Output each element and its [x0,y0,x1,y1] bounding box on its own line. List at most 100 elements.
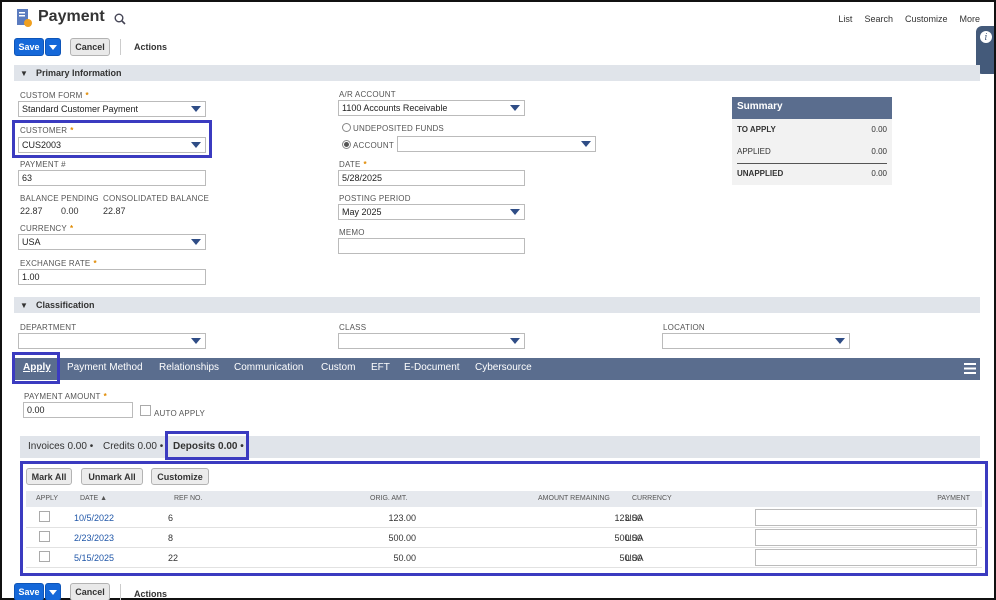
dropdown-arrow-icon [191,106,201,112]
tab-cybersource[interactable]: Cybersource [475,362,532,373]
list-link[interactable]: List [838,14,852,24]
posting-period-select[interactable]: May 2025 [338,204,525,220]
row-date[interactable]: 5/15/2025 [74,553,114,563]
dropdown-arrow-icon [191,239,201,245]
account-radio[interactable] [342,140,351,149]
col-payment: PAYMENT [937,495,970,502]
more-link[interactable]: More [959,14,980,24]
summary-unapplied: UNAPPLIED 0.00 [737,169,887,178]
chevron-down-icon: ▼ [20,300,28,310]
balance-label: BALANCE [20,194,59,203]
dropdown-arrow-icon [835,338,845,344]
cancel-button[interactable]: Cancel [70,38,110,56]
apply-tab-highlight [12,352,60,384]
col-date[interactable]: DATE ▲ [80,495,107,502]
auto-apply-label: AUTO APPLY [154,409,206,418]
cancel-button-bottom[interactable]: Cancel [70,583,110,600]
dropdown-arrow-icon [510,338,520,344]
undeposited-funds-label: UNDEPOSITED FUNDS [353,124,444,133]
pending-label: PENDING [61,194,99,203]
undeposited-funds-radio[interactable] [342,123,351,132]
table-row: 2/23/2023 8 500.00 500.00 USA [26,528,982,548]
save-button-bottom[interactable]: Save [14,583,44,600]
row-ref: 22 [168,553,179,563]
customize-link[interactable]: Customize [905,14,948,24]
actions-menu-bottom[interactable]: Actions [134,589,167,599]
menu-icon[interactable] [964,363,976,374]
apply-checkbox[interactable] [39,531,50,542]
row-ref: 8 [168,533,174,543]
tab-custom[interactable]: Custom [321,362,355,373]
date-field[interactable]: 5/28/2025 [338,170,525,186]
payment-input[interactable] [755,529,977,546]
payment-input[interactable] [755,549,977,566]
date-label: DATE * [339,160,367,169]
memo-field[interactable] [338,238,525,254]
row-ref: 6 [168,513,174,523]
apply-checkbox[interactable] [39,551,50,562]
tab-communication[interactable]: Communication [234,362,303,373]
save-dropdown-button[interactable] [45,38,61,56]
toolbar-divider [120,584,121,600]
search-icon[interactable] [114,13,126,25]
row-orig-amt: 123.00 [388,513,416,523]
payment-number-field[interactable]: 63 [18,170,206,186]
apply-checkbox[interactable] [39,511,50,522]
dropdown-arrow-icon [581,141,591,147]
search-link[interactable]: Search [864,14,893,24]
table-row: 5/15/2025 22 50.00 50.00 USA [26,548,982,568]
subtab-invoices[interactable]: Invoices 0.00 • [28,441,93,452]
row-currency: USA [625,553,644,563]
row-currency: USA [625,513,644,523]
currency-label: CURRENCY * [20,224,74,233]
customer-label: CUSTOMER * [20,126,74,135]
auto-apply-checkbox[interactable] [140,405,151,416]
payment-number-label: PAYMENT # [20,160,66,169]
location-select[interactable] [662,333,850,349]
class-label: CLASS [339,323,367,332]
ar-account-label: A/R ACCOUNT [339,90,396,99]
customize-button[interactable]: Customize [151,468,209,485]
section-title: Classification [36,300,95,310]
classification-section[interactable]: ▼ Classification [14,297,980,313]
custom-form-label: CUSTOM FORM * [20,91,89,100]
row-date[interactable]: 2/23/2023 [74,533,114,543]
top-links: List Search Customize More [838,14,980,24]
subtab-bar: Invoices 0.00 • Credits 0.00 • Deposits … [20,436,980,458]
class-select[interactable] [338,333,525,349]
subtab-credits[interactable]: Credits 0.00 • [103,441,163,452]
actions-menu[interactable]: Actions [134,42,167,52]
col-orig-amt: ORIG. AMT. [370,495,408,502]
currency-select[interactable]: USA [18,234,206,250]
grid-header: APPLY DATE ▲ REF NO. ORIG. AMT. AMOUNT R… [26,491,982,507]
customer-select[interactable]: CUS2003 [18,137,206,153]
save-button[interactable]: Save [14,38,44,56]
col-apply: APPLY [36,495,59,502]
exchange-rate-field[interactable]: 1.00 [18,269,206,285]
ar-account-select[interactable]: 1100 Accounts Receivable [338,100,525,116]
exchange-rate-label: EXCHANGE RATE * [20,259,97,268]
custom-form-select[interactable]: Standard Customer Payment [18,101,206,117]
memo-label: MEMO [339,228,365,237]
chevron-down-icon [49,44,57,50]
department-select[interactable] [18,333,206,349]
payment-amount-field[interactable]: 0.00 [23,402,133,418]
save-dropdown-button-bottom[interactable] [45,583,61,600]
payment-input[interactable] [755,509,977,526]
tab-eft[interactable]: EFT [371,362,390,373]
dropdown-arrow-icon [191,338,201,344]
tab-relationships[interactable]: Relationships [159,362,219,373]
mark-all-button[interactable]: Mark All [26,468,72,485]
toolbar-divider [120,39,121,55]
svg-text:i: i [985,33,988,43]
tab-payment-method[interactable]: Payment Method [67,362,143,373]
tab-e-document[interactable]: E-Document [404,362,460,373]
unmark-all-button[interactable]: Unmark All [81,468,143,485]
summary-to-apply: TO APPLY 0.00 [737,125,887,134]
account-select[interactable] [397,136,596,152]
row-date[interactable]: 10/5/2022 [74,513,114,523]
primary-info-section[interactable]: ▼ Primary Information [14,65,980,81]
page-title: Payment [38,8,105,25]
dropdown-arrow-icon [510,105,520,111]
dropdown-arrow-icon [510,209,520,215]
